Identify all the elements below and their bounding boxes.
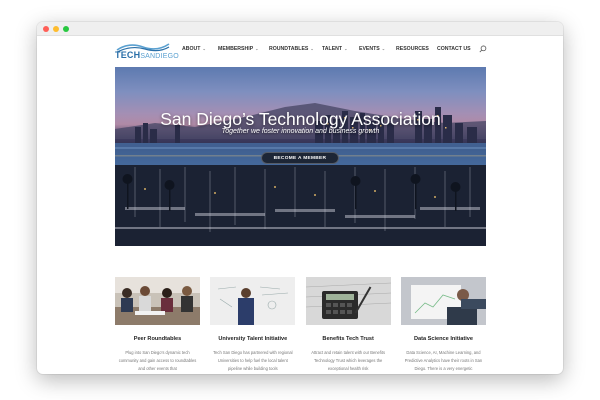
become-member-button[interactable]: Become a Member <box>261 152 339 164</box>
card-title[interactable]: University Talent Initiative <box>210 336 295 342</box>
nav-item-events[interactable]: Events ⌄ <box>359 46 396 52</box>
browser-window: TECHSANDIEGO About ⌄ Membership ⌄ Roundtable… <box>37 22 563 374</box>
nav-item-label: About <box>182 46 201 52</box>
nav-item-roundtables[interactable]: Roundtables ⌄ <box>269 46 322 52</box>
chevron-down-icon: ⌄ <box>202 46 206 51</box>
hero-title: San Diego’s Technology Association <box>160 109 441 129</box>
logo-text: TECHSANDIEGO <box>115 50 179 60</box>
nav-item-label: Contact Us <box>437 46 471 52</box>
feature-card[interactable]: University Talent Initiative Tech San Die… <box>210 277 296 374</box>
hero-subtitle: Together we foster innovation and busine… <box>221 128 380 135</box>
minimize-window-button[interactable] <box>53 25 59 32</box>
feature-card[interactable]: Data Science Initiative Data Science, AI,… <box>400 277 486 374</box>
maximize-window-button[interactable] <box>63 25 69 32</box>
card-title[interactable]: Data Science Initiative <box>401 336 486 342</box>
window-titlebar <box>37 22 563 36</box>
feature-cards: Peer Roundtables Plug into San Diego’s dy… <box>115 277 486 374</box>
chevron-down-icon: ⌄ <box>255 46 259 51</box>
logo-light-text: SANDIEGO <box>140 53 179 60</box>
chevron-down-icon: ⌄ <box>310 46 314 51</box>
nav-item-membership[interactable]: Membership ⌄ <box>218 46 269 52</box>
chevron-down-icon: ⌄ <box>344 46 348 51</box>
feature-card[interactable]: Peer Roundtables Plug into San Diego’s dy… <box>115 277 200 374</box>
card-text: Data Science, AI, Machine Learning, and … <box>404 350 483 372</box>
nav-item-label: Resources <box>396 46 429 52</box>
card-text: Tech San Diego has partnered with region… <box>213 350 293 372</box>
site-logo[interactable]: TECHSANDIEGO <box>115 40 179 62</box>
feature-card[interactable]: Benefits Tech Trust Attract and retain ta… <box>305 277 391 374</box>
nav-item-about[interactable]: About ⌄ <box>182 46 218 52</box>
main-nav: About ⌄ Membership ⌄ Roundtables ⌄ Talent ⌄ Even… <box>182 46 477 52</box>
card-text: Plug into San Diego’s dynamic tech commu… <box>118 350 197 372</box>
hero-banner: San Diego’s Technology Association Toget… <box>115 67 486 246</box>
card-image[interactable] <box>115 277 200 325</box>
card-image[interactable] <box>305 277 391 325</box>
card-image[interactable] <box>210 277 296 325</box>
search-icon[interactable] <box>479 45 487 53</box>
card-image[interactable] <box>400 277 486 325</box>
nav-item-resources[interactable]: Resources <box>396 46 437 52</box>
site-header: TECHSANDIEGO About ⌄ Membership ⌄ Roundtable… <box>37 36 563 66</box>
close-window-button[interactable] <box>43 25 49 32</box>
chevron-down-icon: ⌄ <box>381 46 386 51</box>
nav-item-label: Membership <box>218 46 254 52</box>
nav-item-contact-us[interactable]: Contact Us <box>437 46 477 52</box>
nav-item-label: Talent <box>322 46 343 52</box>
nav-item-label: Events <box>359 46 380 52</box>
card-title[interactable]: Peer Roundtables <box>115 336 200 342</box>
nav-item-talent[interactable]: Talent ⌄ <box>322 46 359 52</box>
logo-bold-text: TECH <box>115 50 141 60</box>
card-text: Attract and retain talent with our Benef… <box>311 350 386 372</box>
nav-item-label: Roundtables <box>269 46 309 52</box>
card-title[interactable]: Benefits Tech Trust <box>306 336 391 342</box>
